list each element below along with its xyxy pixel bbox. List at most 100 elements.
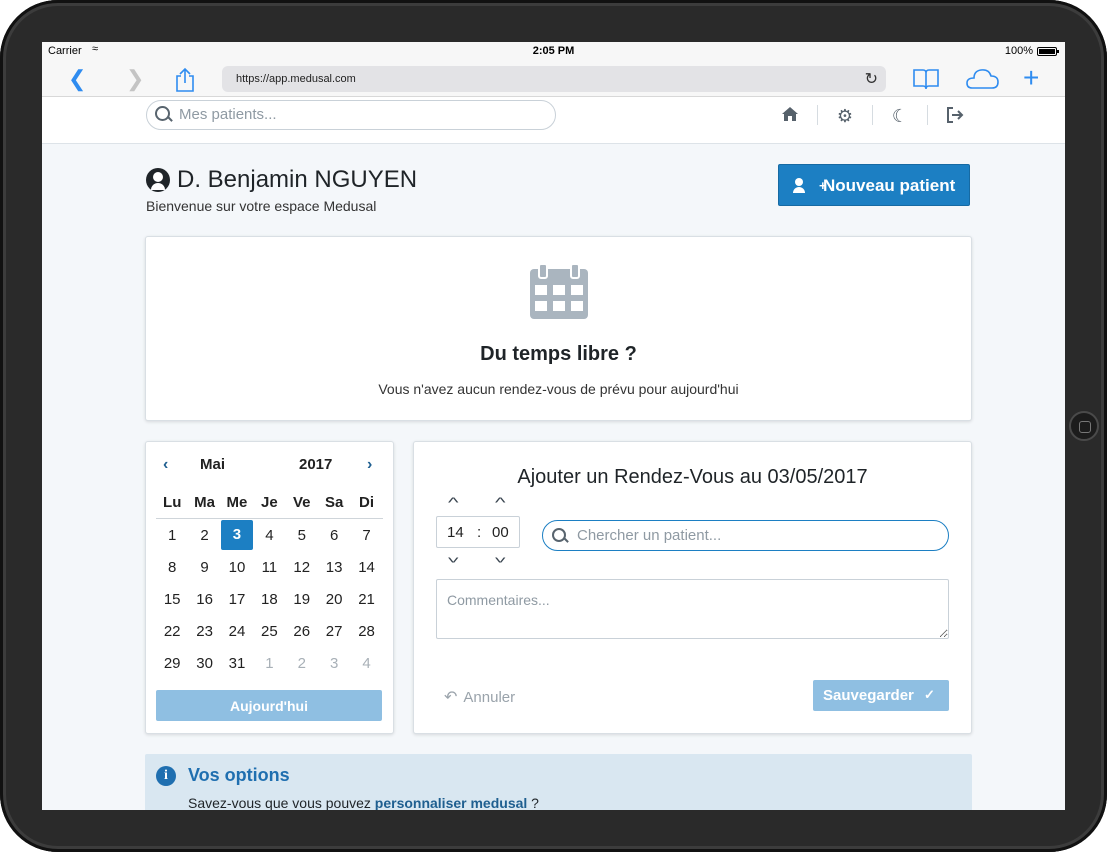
- calendar-day[interactable]: 27: [318, 623, 350, 640]
- clock: 2:05 PM: [532, 45, 575, 57]
- welcome-text: Bienvenue sur votre espace Medusal: [146, 198, 377, 214]
- next-month-icon[interactable]: ›: [367, 456, 372, 474]
- weekday-label: Di: [359, 494, 375, 511]
- calendar-day[interactable]: 6: [318, 527, 350, 544]
- minute-down-icon[interactable]: ^: [495, 550, 506, 566]
- hour-down-icon[interactable]: ^: [448, 550, 459, 566]
- calendar-day[interactable]: 16: [188, 591, 220, 608]
- doctor-name: D. Benjamin NGUYEN: [177, 166, 418, 193]
- customize-link[interactable]: personnaliser medusal: [375, 795, 528, 810]
- minute-up-icon[interactable]: ^: [495, 494, 506, 510]
- calendar-day[interactable]: 9: [188, 559, 220, 576]
- cloud-tabs-icon[interactable]: [964, 67, 1000, 96]
- moon-icon[interactable]: ☾: [888, 106, 912, 127]
- status-bar: Carrier ≈ 2:05 PM 100%: [42, 42, 1065, 62]
- calendar-day[interactable]: 4: [253, 527, 285, 544]
- calendar-week: 29 30 31 1 2 3 4: [156, 648, 383, 680]
- back-icon[interactable]: ❮: [68, 67, 86, 91]
- weekday-label: Ve: [292, 494, 311, 511]
- calendar-day[interactable]: 18: [253, 591, 285, 608]
- calendar-day-next-month[interactable]: 1: [253, 655, 285, 672]
- info-icon: i: [156, 766, 176, 786]
- calendar-day[interactable]: 24: [221, 623, 253, 640]
- calendar-day-selected[interactable]: 3: [220, 520, 254, 551]
- user-avatar-icon: [146, 168, 170, 192]
- screen: Carrier ≈ 2:05 PM 100% ❮ ❯ https://app.m…: [42, 42, 1065, 810]
- share-icon[interactable]: [174, 67, 196, 98]
- patient-search-input[interactable]: [177, 105, 541, 124]
- cancel-label: Annuler: [463, 689, 516, 706]
- prev-month-icon[interactable]: ‹: [163, 456, 168, 474]
- calendar-day-next-month[interactable]: 4: [350, 655, 382, 672]
- app-header: ⚙ ☾: [42, 97, 1065, 144]
- time-separator: :: [477, 524, 482, 541]
- calendar-day[interactable]: 5: [286, 527, 318, 544]
- calendar-day[interactable]: 29: [156, 655, 188, 672]
- time-picker[interactable]: 14 : 00: [436, 516, 520, 548]
- calendar-day-next-month[interactable]: 3: [318, 655, 350, 672]
- calendar-day[interactable]: 25: [253, 623, 285, 640]
- calendar-day[interactable]: 7: [350, 527, 382, 544]
- options-text: Savez-vous que vous pouvez personnaliser…: [188, 795, 539, 810]
- calendar-day[interactable]: 20: [318, 591, 350, 608]
- gear-icon[interactable]: ⚙: [833, 106, 857, 127]
- cancel-button[interactable]: ↶ Annuler: [444, 687, 515, 707]
- mini-calendar: ‹ Mai 2017 › Lu Ma Me Je Ve Sa Di 1 2 3: [145, 441, 394, 734]
- calendar-day[interactable]: 21: [350, 591, 382, 608]
- appointment-title: Ajouter un Rendez-Vous au 03/05/2017: [517, 466, 868, 488]
- calendar-day[interactable]: 10: [221, 559, 253, 576]
- calendar-day[interactable]: 15: [156, 591, 188, 608]
- calendar-day[interactable]: 12: [286, 559, 318, 576]
- options-panel: i Vos options Savez-vous que vous pouvez…: [145, 754, 972, 810]
- reload-icon[interactable]: ↻: [865, 69, 878, 89]
- calendar-day[interactable]: 17: [221, 591, 253, 608]
- weekday-label: Ma: [194, 494, 215, 511]
- calendar-day[interactable]: 2: [188, 527, 220, 544]
- search-icon: [552, 528, 566, 542]
- calendar-grid: Lu Ma Me Je Ve Sa Di 1 2 3 4 5 6 7 8 9 1…: [156, 492, 383, 680]
- calendar-day[interactable]: 19: [286, 591, 318, 608]
- new-patient-label: Nouveau patient: [823, 176, 956, 195]
- calendar-day[interactable]: 26: [286, 623, 318, 640]
- calendar-day[interactable]: 28: [350, 623, 382, 640]
- comments-field[interactable]: [436, 579, 949, 639]
- add-user-icon: +: [793, 176, 827, 194]
- check-icon: ✓: [924, 687, 935, 702]
- undo-icon: ↶: [444, 689, 458, 706]
- calendar-month: Mai: [200, 456, 226, 473]
- home-button[interactable]: [1069, 411, 1099, 441]
- calendar-day[interactable]: 14: [350, 559, 382, 576]
- home-icon[interactable]: [778, 106, 802, 127]
- save-button[interactable]: Sauvegarder ✓: [813, 680, 949, 711]
- new-tab-icon[interactable]: +: [1023, 64, 1039, 92]
- browser-toolbar: ❮ ❯ https://app.medusal.com ↻ +: [42, 62, 1065, 97]
- url-text: https://app.medusal.com: [236, 73, 356, 85]
- calendar-day[interactable]: 8: [156, 559, 188, 576]
- patient-search-field[interactable]: [575, 526, 939, 545]
- hour-value[interactable]: 14: [447, 524, 464, 541]
- new-patient-button[interactable]: + Nouveau patient: [778, 164, 970, 206]
- hour-up-icon[interactable]: ^: [448, 494, 459, 510]
- logout-icon[interactable]: [943, 106, 967, 129]
- search-icon: [155, 106, 170, 121]
- calendar-day[interactable]: 11: [253, 559, 285, 576]
- calendar-day[interactable]: 23: [188, 623, 220, 640]
- patient-search-box[interactable]: [542, 520, 949, 551]
- forward-icon[interactable]: ❯: [126, 67, 144, 91]
- tablet-frame: Carrier ≈ 2:05 PM 100% ❮ ❯ https://app.m…: [0, 0, 1107, 852]
- battery-percent: 100%: [1004, 45, 1033, 57]
- today-button[interactable]: Aujourd'hui: [156, 690, 382, 721]
- add-appointment-card: Ajouter un Rendez-Vous au 03/05/2017 ^ ^…: [413, 441, 972, 734]
- minute-value[interactable]: 00: [492, 524, 509, 541]
- calendar-day[interactable]: 31: [221, 655, 253, 672]
- calendar-day[interactable]: 13: [318, 559, 350, 576]
- options-title: Vos options: [188, 765, 290, 785]
- patient-search[interactable]: [146, 100, 556, 130]
- bookmarks-icon[interactable]: [912, 67, 940, 96]
- calendar-day[interactable]: 30: [188, 655, 220, 672]
- battery-icon: [1037, 47, 1059, 56]
- calendar-day[interactable]: 1: [156, 527, 188, 544]
- calendar-day-next-month[interactable]: 2: [286, 655, 318, 672]
- calendar-day[interactable]: 22: [156, 623, 188, 640]
- address-bar[interactable]: https://app.medusal.com ↻: [222, 66, 886, 92]
